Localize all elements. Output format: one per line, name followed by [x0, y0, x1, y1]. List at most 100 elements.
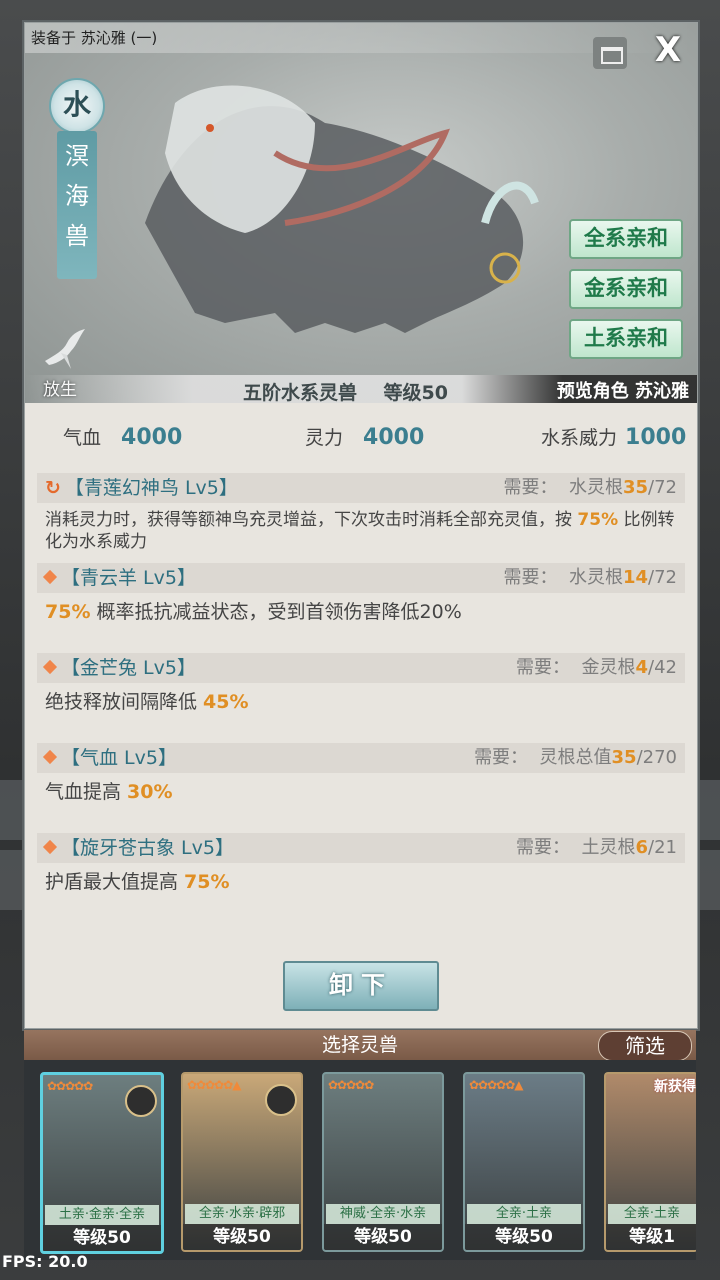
diamond-icon [42, 659, 58, 675]
req-attr: 灵根总值 [539, 747, 612, 768]
chest-icon[interactable] [593, 37, 627, 69]
desc-text: 护盾最大值提高 [45, 871, 185, 893]
skill-header: 【青云羊 Lv5】 需要： 水灵根14/72 [37, 563, 685, 593]
req-max: /72 [648, 567, 677, 588]
skill-entry: 【旋牙苍古象 Lv5】 需要： 土灵根6/21 护盾最大值提高 75% [37, 833, 685, 893]
req-current: 35 [622, 477, 649, 498]
skill-entry: 【气血 Lv5】 需要： 灵根总值35/270 气血提高 30% [37, 743, 685, 803]
beast-name-char: 溟 [65, 142, 89, 170]
card-tags: 全亲·土亲 [467, 1204, 581, 1224]
stat-value: 4000 [363, 425, 425, 450]
skill-description: 消耗灵力时，获得等额神鸟充灵增益，下次攻击时消耗全部充灵值，按 75% 比例转化… [37, 503, 685, 553]
req-attr: 水灵根 [568, 477, 623, 498]
req-current: 6 [635, 837, 649, 858]
card-tags: 土亲·金亲·全亲 [45, 1205, 159, 1225]
beast-name-banner: 溟 海 兽 [57, 131, 97, 279]
beast-card[interactable]: ✿✿✿✿✿▲ 全亲·水亲·辟邪 等级50 [181, 1072, 303, 1252]
skill-requirement: 需要： 水灵根14/72 [504, 563, 677, 593]
beast-card-list[interactable]: ✿✿✿✿✿ 土亲·金亲·全亲 等级50 ✿✿✿✿✿▲ 全亲·水亲·辟邪 等级50… [24, 1060, 696, 1260]
stat-power: 水系威力 1000 [541, 423, 686, 450]
new-badge: 新获得 [654, 1079, 696, 1095]
cycle-icon: ↻ [45, 477, 61, 499]
skill-name: 【气血 Lv5】 [61, 747, 177, 769]
req-attr: 土灵根 [581, 837, 636, 858]
beast-card[interactable]: 新获得 全亲·土亲 等级1 [604, 1072, 696, 1252]
filter-button[interactable]: 筛选 [598, 1031, 692, 1061]
stat-hp: 气血 4000 [63, 423, 182, 450]
unload-button[interactable]: 卸下 [283, 961, 439, 1011]
stat-sp: 灵力 4000 [305, 423, 424, 450]
beast-card[interactable]: ✿✿✿✿✿▲ 全亲·土亲 等级50 [463, 1072, 585, 1252]
stat-value: 4000 [121, 425, 183, 450]
card-tags: 全亲·土亲 [608, 1204, 696, 1224]
req-label: 需要： [516, 837, 571, 858]
desc-highlight: 75% [184, 871, 230, 893]
skill-name: 【旋牙苍古象 Lv5】 [61, 837, 234, 859]
req-max: /72 [648, 477, 677, 498]
element-badge: 水 [49, 78, 105, 134]
req-label: 需要： [503, 477, 558, 498]
skill-description: 75% 概率抵抗减益状态，受到首领伤害降低20% [37, 593, 685, 623]
beast-detail-panel: 装备于 苏沁雅 (一) X 水 溟 海 兽 放生 全系亲和 金系亲和 土系亲和 … [24, 22, 698, 1029]
card-level: 等级50 [324, 1224, 442, 1250]
affinity-tag: 土系亲和 [569, 319, 683, 359]
desc-highlight: 45% [203, 691, 249, 713]
req-max: /21 [648, 837, 677, 858]
skill-entry: ↻ 【青莲幻神鸟 Lv5】 需要： 水灵根35/72 消耗灵力时，获得等额神鸟充灵… [37, 473, 685, 553]
skill-requirement: 需要： 土灵根6/21 [516, 833, 677, 863]
fps-counter: FPS: 20.0 [2, 1252, 88, 1271]
desc-highlight: 30% [127, 781, 173, 803]
close-button[interactable]: X [651, 33, 685, 67]
req-label: 需要： [474, 747, 529, 768]
req-max: /270 [636, 747, 677, 768]
select-beast-title: 选择灵兽 [321, 1034, 398, 1056]
desc-text: 概率抵抗减益状态，受到首领伤害降低20% [90, 601, 462, 623]
beast-name-char: 兽 [65, 222, 89, 250]
skill-header: 【旋牙苍古象 Lv5】 需要： 土灵根6/21 [37, 833, 685, 863]
req-label: 需要： [503, 567, 558, 588]
beast-name-char: 海 [65, 182, 89, 210]
card-tags: 全亲·水亲·辟邪 [185, 1204, 299, 1224]
card-level: 等级1 [606, 1224, 696, 1250]
skill-requirement: 需要： 金灵根4/42 [516, 653, 677, 683]
preview-character[interactable]: 预览角色 苏沁雅 [557, 377, 689, 403]
req-current: 14 [622, 567, 649, 588]
affinity-tag: 金系亲和 [569, 269, 683, 309]
star-rating: ✿✿✿✿✿ [47, 1079, 93, 1093]
skill-name: 【青云羊 Lv5】 [61, 567, 196, 589]
skill-requirement: 需要： 灵根总值35/270 [474, 743, 677, 773]
beast-card[interactable]: ✿✿✿✿✿ 土亲·金亲·全亲 等级50 [40, 1072, 164, 1254]
stat-label: 气血 [63, 427, 102, 449]
diamond-icon [42, 839, 58, 855]
desc-highlight: 75% [577, 510, 619, 530]
req-label: 需要： [516, 657, 571, 678]
star-rating: ✿✿✿✿✿ [328, 1078, 374, 1092]
skill-description: 护盾最大值提高 75% [37, 863, 685, 893]
beast-art-area: 装备于 苏沁雅 (一) X 水 溟 海 兽 放生 全系亲和 金系亲和 土系亲和 … [25, 23, 697, 403]
select-beast-bar: 选择灵兽 筛选 [24, 1030, 696, 1061]
skill-description: 绝技释放间隔降低 45% [37, 683, 685, 713]
skill-name: 【金芒兔 Lv5】 [61, 657, 196, 679]
skill-entry: 【青云羊 Lv5】 需要： 水灵根14/72 75% 概率抵抗减益状态，受到首领… [37, 563, 685, 623]
card-level: 等级50 [183, 1224, 301, 1250]
skill-requirement: 需要： 水灵根35/72 [504, 473, 677, 503]
card-tags: 神威·全亲·水亲 [326, 1204, 440, 1224]
grade-label: 五阶水系灵兽 [243, 382, 358, 403]
owner-avatar [265, 1084, 297, 1116]
beast-card[interactable]: ✿✿✿✿✿ 神威·全亲·水亲 等级50 [322, 1072, 444, 1252]
skill-header: 【气血 Lv5】 需要： 灵根总值35/270 [37, 743, 685, 773]
stat-value: 1000 [625, 425, 687, 450]
skill-entry: 【金芒兔 Lv5】 需要： 金灵根4/42 绝技释放间隔降低 45% [37, 653, 685, 713]
skill-header: 【金芒兔 Lv5】 需要： 金灵根4/42 [37, 653, 685, 683]
desc-text: 消耗灵力时，获得等额神鸟充灵增益，下次攻击时消耗全部充灵值，按 [45, 510, 578, 530]
stat-label: 水系威力 [541, 427, 618, 449]
stat-label: 灵力 [305, 427, 344, 449]
req-current: 35 [611, 747, 637, 768]
desc-highlight: 75% [45, 601, 91, 623]
req-attr: 水灵根 [568, 567, 623, 588]
req-attr: 金灵根 [581, 657, 636, 678]
skill-description: 气血提高 30% [37, 773, 685, 803]
card-level: 等级50 [43, 1225, 161, 1251]
affinity-tag: 全系亲和 [569, 219, 683, 259]
bird-release-icon[interactable] [41, 325, 89, 373]
